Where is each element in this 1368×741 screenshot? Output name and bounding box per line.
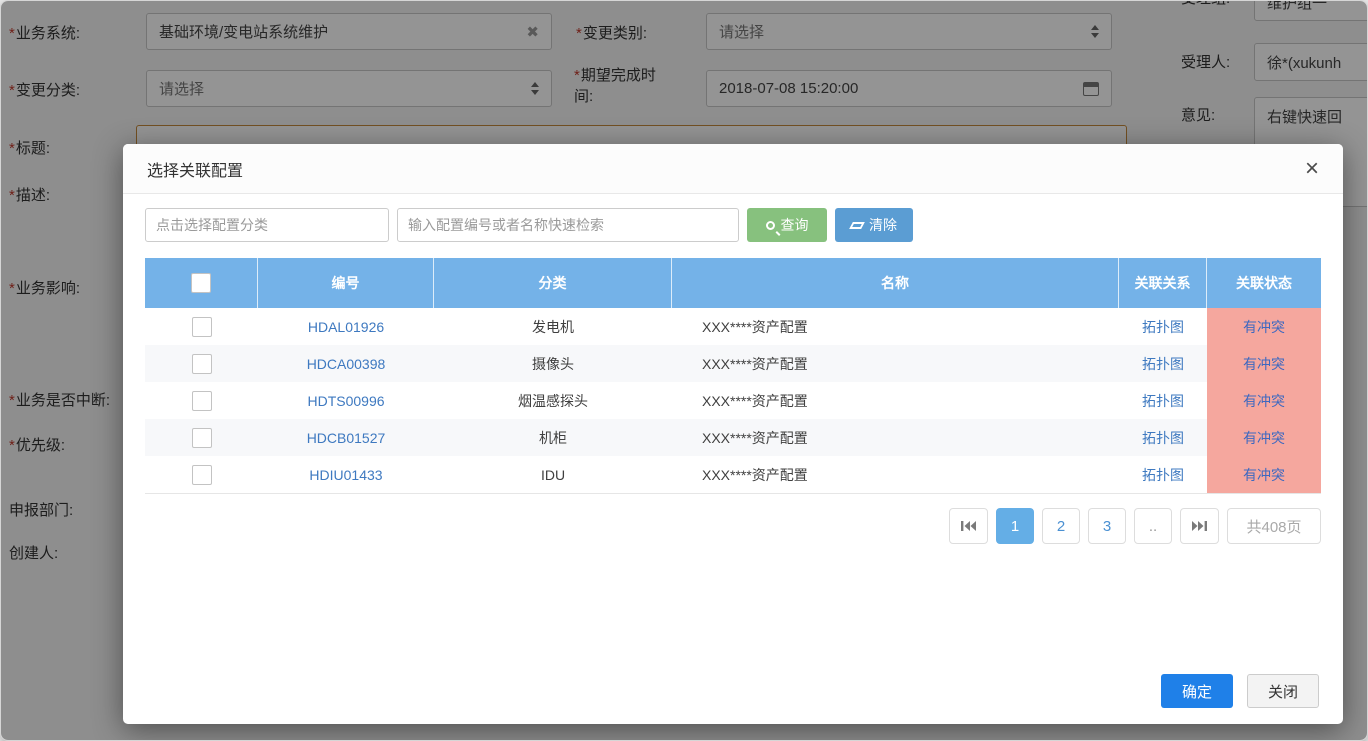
dialog-footer: 确定 关闭 bbox=[1161, 674, 1319, 708]
status-badge[interactable]: 有冲突 bbox=[1207, 456, 1321, 493]
row-checkbox[interactable] bbox=[192, 391, 212, 411]
topology-link[interactable]: 拓扑图 bbox=[1119, 419, 1207, 456]
first-page-icon bbox=[960, 520, 977, 532]
status-badge[interactable]: 有冲突 bbox=[1207, 345, 1321, 382]
config-category: 发电机 bbox=[434, 308, 672, 345]
filter-bar: 查询 清除 bbox=[145, 208, 1321, 242]
config-id-link[interactable]: HDCB01527 bbox=[258, 419, 434, 456]
header-status: 关联状态 bbox=[1207, 258, 1321, 308]
page-ellipsis[interactable]: .. bbox=[1134, 508, 1172, 544]
clear-button[interactable]: 清除 bbox=[835, 208, 913, 242]
row-checkbox[interactable] bbox=[192, 317, 212, 337]
config-name: XXX****资产配置 bbox=[672, 419, 1119, 456]
topology-link[interactable]: 拓扑图 bbox=[1119, 382, 1207, 419]
config-id-link[interactable]: HDCA00398 bbox=[258, 345, 434, 382]
config-category: 机柜 bbox=[434, 419, 672, 456]
row-checkbox[interactable] bbox=[192, 354, 212, 374]
dialog-title: 选择关联配置 bbox=[147, 157, 243, 181]
status-badge[interactable]: 有冲突 bbox=[1207, 382, 1321, 419]
search-icon bbox=[766, 221, 775, 230]
topology-link[interactable]: 拓扑图 bbox=[1119, 456, 1207, 493]
page-button-1[interactable]: 1 bbox=[996, 508, 1034, 544]
total-pages-label: 共408页 bbox=[1227, 508, 1321, 544]
screen: *业务系统: 基础环境/变电站系统维护 ✖ *变更类别: 请选择 *变更分类: … bbox=[0, 0, 1368, 741]
pagination: 1 2 3 .. 共408页 bbox=[145, 508, 1321, 544]
config-category-input[interactable] bbox=[145, 208, 389, 242]
header-relation: 关联关系 bbox=[1119, 258, 1207, 308]
eraser-icon bbox=[849, 222, 865, 229]
config-name: XXX****资产配置 bbox=[672, 308, 1119, 345]
last-page-button[interactable] bbox=[1180, 508, 1219, 544]
config-category: IDU bbox=[434, 456, 672, 493]
header-name: 名称 bbox=[672, 258, 1119, 308]
search-button[interactable]: 查询 bbox=[747, 208, 827, 242]
last-page-icon bbox=[1191, 520, 1208, 532]
config-id-link[interactable]: HDTS00996 bbox=[258, 382, 434, 419]
dialog-body: 查询 清除 编号 分类 名称 关联关系 关联状态 HD bbox=[123, 194, 1343, 544]
header-id: 编号 bbox=[258, 258, 434, 308]
topology-link[interactable]: 拓扑图 bbox=[1119, 345, 1207, 382]
row-checkbox[interactable] bbox=[192, 428, 212, 448]
table-row: HDCB01527 机柜 XXX****资产配置 拓扑图 有冲突 bbox=[145, 419, 1321, 456]
close-icon[interactable]: × bbox=[1305, 157, 1319, 181]
config-table: 编号 分类 名称 关联关系 关联状态 HDAL01926 发电机 XXX****… bbox=[145, 258, 1321, 494]
first-page-button[interactable] bbox=[949, 508, 988, 544]
dialog-header: 选择关联配置 × bbox=[123, 144, 1343, 194]
topology-link[interactable]: 拓扑图 bbox=[1119, 308, 1207, 345]
config-name: XXX****资产配置 bbox=[672, 456, 1119, 493]
page-button-2[interactable]: 2 bbox=[1042, 508, 1080, 544]
config-name: XXX****资产配置 bbox=[672, 382, 1119, 419]
config-id-link[interactable]: HDIU01433 bbox=[258, 456, 434, 493]
table-row: HDAL01926 发电机 XXX****资产配置 拓扑图 有冲突 bbox=[145, 308, 1321, 345]
config-name: XXX****资产配置 bbox=[672, 345, 1119, 382]
page-button-3[interactable]: 3 bbox=[1088, 508, 1126, 544]
close-button[interactable]: 关闭 bbox=[1247, 674, 1319, 708]
header-category: 分类 bbox=[434, 258, 672, 308]
table-header-row: 编号 分类 名称 关联关系 关联状态 bbox=[145, 258, 1321, 308]
config-keyword-input[interactable] bbox=[397, 208, 739, 242]
config-id-link[interactable]: HDAL01926 bbox=[258, 308, 434, 345]
row-checkbox[interactable] bbox=[192, 465, 212, 485]
status-badge[interactable]: 有冲突 bbox=[1207, 419, 1321, 456]
status-badge[interactable]: 有冲突 bbox=[1207, 308, 1321, 345]
table-row: HDTS00996 烟温感探头 XXX****资产配置 拓扑图 有冲突 bbox=[145, 382, 1321, 419]
config-category: 烟温感探头 bbox=[434, 382, 672, 419]
table-row: HDCA00398 摄像头 XXX****资产配置 拓扑图 有冲突 bbox=[145, 345, 1321, 382]
config-category: 摄像头 bbox=[434, 345, 672, 382]
select-related-config-dialog: 选择关联配置 × 查询 清除 编号 分类 bbox=[123, 144, 1343, 724]
confirm-button[interactable]: 确定 bbox=[1161, 674, 1233, 708]
select-all-checkbox[interactable] bbox=[191, 273, 211, 293]
table-row: HDIU01433 IDU XXX****资产配置 拓扑图 有冲突 bbox=[145, 456, 1321, 493]
